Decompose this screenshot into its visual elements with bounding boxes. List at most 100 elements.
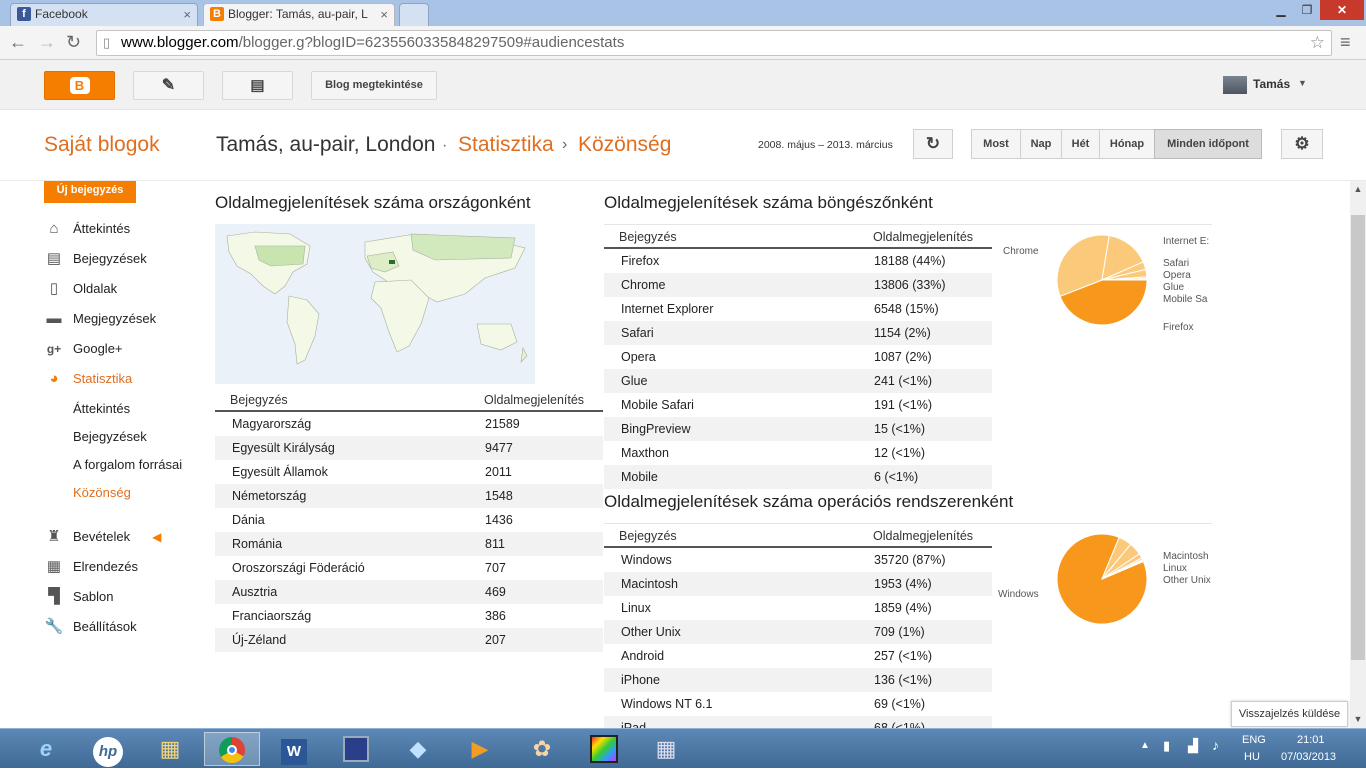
table-row: Új-Zéland207 (215, 628, 603, 652)
row-label: Mobile (621, 465, 658, 489)
address-bar[interactable]: ▯ www.blogger.com/blogger.g?blogID=62355… (96, 30, 1332, 56)
row-value: 1953 (4%) (874, 572, 932, 596)
bookmark-star-icon[interactable]: ☆ (1310, 31, 1325, 55)
scroll-down-icon[interactable]: ▼ (1350, 711, 1366, 727)
clock-date[interactable]: 07/03/2013 (1281, 751, 1336, 763)
sidebar-item-layout[interactable]: ▦Elrendezés (44, 558, 138, 576)
view-blog-button[interactable]: Blog megtekintése (311, 71, 437, 100)
row-value: 1548 (485, 484, 513, 508)
row-value: 13806 (33%) (874, 273, 946, 297)
row-value: 136 (<1%) (874, 668, 932, 692)
network-icon[interactable]: ▟ (1188, 738, 1198, 754)
row-label: Mobile Safari (621, 393, 694, 417)
clock-time[interactable]: 21:01 (1297, 734, 1325, 746)
hp-icon[interactable]: hp (88, 732, 128, 766)
sidebar-item-googleplus[interactable]: g+Google+ (44, 340, 123, 358)
row-label: Macintosh (621, 572, 678, 596)
blogger-logo-icon: B (70, 77, 90, 94)
restore-icon[interactable]: ❐ (1294, 0, 1320, 20)
column-header-entry: Bejegyzés (230, 393, 288, 407)
send-feedback-button[interactable]: Visszajelzés küldése (1231, 701, 1348, 727)
pie-slices (1057, 534, 1147, 624)
menu-icon[interactable]: ≡ (1340, 32, 1351, 52)
chrome-icon[interactable] (204, 732, 260, 766)
keyboard-layout-indicator[interactable]: HU (1244, 751, 1260, 763)
refresh-button[interactable]: ↻ (913, 129, 953, 159)
save-icon[interactable] (336, 732, 376, 766)
file-explorer-icon[interactable]: ▦ (150, 732, 190, 766)
sidebar-item-pages[interactable]: ▯Oldalak (44, 280, 117, 298)
googleplus-icon: g+ (44, 340, 64, 358)
table-row: BingPreview15 (<1%) (604, 417, 992, 441)
comments-icon: ▬ (44, 310, 64, 328)
close-icon[interactable]: × (380, 4, 388, 25)
facebook-icon: f (17, 7, 31, 21)
row-label: Franciaország (232, 604, 311, 628)
tab-facebook[interactable]: f Facebook × (10, 3, 198, 26)
chevron-down-icon[interactable]: ▼ (1298, 78, 1307, 88)
table-row: Glue241 (<1%) (604, 369, 992, 393)
back-icon[interactable]: ← (9, 32, 27, 52)
my-blogs-link[interactable]: Saját blogok (44, 133, 160, 157)
column-header-pageviews: Oldalmegjelenítés (873, 230, 973, 244)
sidebar-subitem-overview[interactable]: Áttekintés (73, 401, 130, 416)
new-post-button[interactable]: Új bejegyzés (44, 181, 136, 203)
countries-title: Oldalmegjelenítések száma országonként (215, 193, 531, 213)
row-label: iPhone (621, 668, 660, 692)
sidebar-item-template[interactable]: ▜Sablon (44, 588, 113, 606)
posts-list-button[interactable]: ▤ (222, 71, 293, 100)
row-label: Németország (232, 484, 306, 508)
sidebar-item-stats[interactable]: ◕Statisztika (44, 370, 132, 388)
table-row: Oroszországi Föderáció707 (215, 556, 603, 580)
video-editor-icon[interactable] (584, 732, 624, 766)
internet-explorer-icon[interactable]: e (26, 732, 66, 766)
show-hidden-icons-icon[interactable]: ▲ (1140, 740, 1150, 751)
scrollbar[interactable]: ▲ ▼ (1350, 181, 1366, 728)
sidebar-item-posts[interactable]: ▤Bejegyzések (44, 250, 147, 268)
window-close-icon[interactable]: ✕ (1320, 0, 1364, 20)
sidebar-item-earnings[interactable]: ♜Bevételek◀ (44, 528, 161, 546)
volume-icon[interactable]: ♪ (1212, 737, 1219, 753)
row-label: Chrome (621, 273, 665, 297)
breadcrumb-stats[interactable]: Statisztika (458, 133, 554, 157)
language-indicator[interactable]: ENG (1242, 734, 1266, 746)
row-label: Windows NT 6.1 (621, 692, 712, 716)
new-post-pencil-button[interactable]: ✎ (133, 71, 204, 100)
calculator-icon[interactable]: ▦ (646, 732, 686, 766)
sidebar-subitem-traffic-sources[interactable]: A forgalom forrásai (73, 457, 182, 472)
table-row: Chrome 13806 (33%) (604, 273, 992, 297)
notepad-icon[interactable]: ◆ (398, 732, 438, 766)
sidebar-item-overview[interactable]: ⌂Áttekintés (44, 220, 130, 238)
tab-blogger[interactable]: B Blogger: Tamás, au-pair, L × (203, 3, 395, 26)
range-month-button[interactable]: Hónap (1099, 129, 1155, 159)
blogger-home-button[interactable]: B (44, 71, 115, 100)
row-value: 35720 (87%) (874, 548, 946, 572)
range-now-button[interactable]: Most (971, 129, 1021, 159)
user-name[interactable]: Tamás (1253, 77, 1290, 91)
reload-icon[interactable]: ↻ (66, 32, 81, 52)
scrollbar-thumb[interactable] (1351, 215, 1365, 660)
range-week-button[interactable]: Hét (1061, 129, 1100, 159)
word-icon[interactable]: W (274, 732, 314, 766)
sidebar-item-comments[interactable]: ▬Megjegyzések (44, 310, 156, 328)
sidebar-subitem-audience[interactable]: Közönség (73, 485, 131, 500)
minimize-icon[interactable]: ▁ (1268, 0, 1294, 20)
media-player-icon[interactable]: ▶ (460, 732, 500, 766)
range-day-button[interactable]: Nap (1020, 129, 1062, 159)
avatar[interactable] (1223, 76, 1247, 94)
new-tab-button[interactable] (399, 3, 429, 26)
paint-icon[interactable]: ✿ (522, 732, 562, 766)
refresh-icon: ↻ (926, 134, 940, 153)
forward-icon[interactable]: → (38, 32, 56, 52)
sidebar-item-settings[interactable]: 🔧Beállítások (44, 618, 137, 636)
scroll-up-icon[interactable]: ▲ (1350, 181, 1366, 197)
row-label: Új-Zéland (232, 628, 286, 652)
sidebar-subitem-posts[interactable]: Bejegyzések (73, 429, 147, 444)
row-label: Opera (621, 345, 656, 369)
settings-button[interactable]: ⚙ (1281, 129, 1323, 159)
close-icon[interactable]: × (183, 4, 191, 25)
power-icon[interactable]: ▮ (1163, 738, 1170, 754)
pie-label: Chrome (1003, 246, 1039, 257)
world-map[interactable] (215, 224, 535, 384)
range-all-time-button[interactable]: Minden időpont (1154, 129, 1262, 159)
